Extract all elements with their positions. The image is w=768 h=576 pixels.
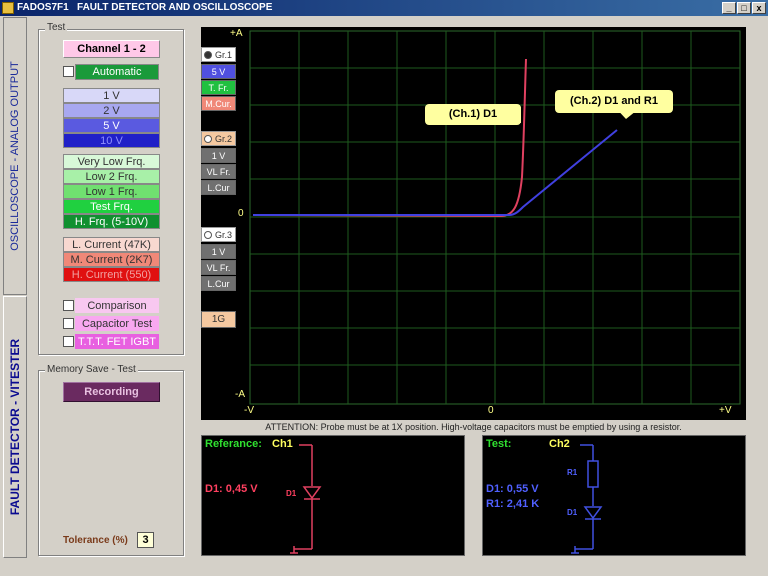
gr3-freq[interactable]: VL Fr. (201, 260, 236, 275)
volt-2v[interactable]: 2 V (63, 103, 160, 118)
current-medium[interactable]: M. Current (2K7) (63, 252, 160, 267)
callout-ch1: (Ch.1) D1 (425, 104, 521, 125)
transistor-checkbox[interactable] (63, 336, 74, 347)
freq-low-2[interactable]: Low 2 Frq. (63, 169, 160, 184)
gr3-volt[interactable]: 1 V (201, 244, 236, 259)
test-group-label: Test (45, 22, 68, 33)
gr1-freq[interactable]: T. Fr. (201, 80, 236, 95)
gain-button[interactable]: 1G (201, 311, 236, 328)
gr1-radio[interactable]: Gr.1 (201, 47, 236, 62)
minimize-button[interactable]: _ (722, 2, 736, 14)
y-top-label: +A (230, 28, 243, 39)
comparison-checkbox[interactable] (63, 300, 74, 311)
test-resistor-diode-circuit (571, 444, 603, 554)
current-low[interactable]: L. Current (47K) (63, 237, 160, 252)
gr1-radio-dot (204, 51, 212, 59)
tab-fault-detector-label: FAULT DETECTOR - VITESTER (8, 338, 22, 516)
freq-test[interactable]: Test Frq. (63, 199, 160, 214)
gr3-radio-dot (204, 231, 212, 239)
gr2-radio[interactable]: Gr.2 (201, 131, 236, 146)
close-button[interactable]: x (752, 2, 766, 14)
current-high[interactable]: H. Current (550) (63, 267, 160, 282)
tolerance-label: Tolerance (%) (63, 535, 128, 546)
comparison-label[interactable]: Comparison (75, 298, 159, 313)
gr1-cur[interactable]: M.Cur. (201, 96, 236, 111)
gr2-volt[interactable]: 1 V (201, 148, 236, 163)
memory-group-label: Memory Save - Test (45, 364, 138, 375)
window-title: FADOS7F1 FAULT DETECTOR AND OSCILLOSCOPE (17, 2, 273, 13)
maximize-button[interactable]: □ (737, 2, 751, 14)
tab-oscilloscope-label: OSCILLOSCOPE - ANALOG OUTPUT (9, 61, 21, 251)
x-zero-label: 0 (488, 405, 494, 416)
freq-very-low[interactable]: Very Low Frq. (63, 154, 160, 169)
transistor-label[interactable]: T.T.T. FET IGBT (75, 334, 159, 349)
recording-button[interactable]: Recording (63, 382, 160, 402)
gr2-radio-dot (204, 135, 212, 143)
gr1-label: Gr.1 (214, 50, 232, 60)
test-panel: Test: Ch2 D1: 0,55 V R1: 2,41 K R1 D1 (482, 435, 746, 556)
volt-10v[interactable]: 10 V (63, 133, 160, 148)
attention-text: ATTENTION: Probe must be at 1X position.… (265, 422, 682, 432)
reference-diode-circuit (290, 444, 322, 554)
x-right-label: +V (719, 405, 732, 416)
capacitor-label[interactable]: Capacitor Test (75, 316, 159, 331)
gr2-label: Gr.2 (214, 134, 232, 144)
oscilloscope-screen: +A 0 -A -V 0 +V (Ch.1) D1 (Ch.2) D1 and … (201, 27, 746, 420)
x-left-label: -V (244, 405, 254, 416)
gr2-freq[interactable]: VL Fr. (201, 164, 236, 179)
y-zero-label: 0 (238, 208, 244, 219)
automatic-checkbox[interactable] (63, 66, 74, 77)
volt-5v[interactable]: 5 V (63, 118, 160, 133)
channel-button[interactable]: Channel 1 - 2 (63, 40, 160, 58)
reference-panel: Referance: Ch1 D1: 0,45 V D1 (201, 435, 465, 556)
freq-low-1[interactable]: Low 1 Frq. (63, 184, 160, 199)
gr2-cur[interactable]: L.Cur (201, 180, 236, 195)
scope-plot (249, 30, 741, 405)
app-icon (2, 2, 14, 14)
callout-ch2: (Ch.2) D1 and R1 (555, 90, 673, 113)
tab-oscilloscope[interactable]: OSCILLOSCOPE - ANALOG OUTPUT (3, 17, 27, 295)
gr3-cur[interactable]: L.Cur (201, 276, 236, 291)
gr1-volt[interactable]: 5 V (201, 64, 236, 79)
gr3-radio[interactable]: Gr.3 (201, 227, 236, 242)
capacitor-checkbox[interactable] (63, 318, 74, 329)
tolerance-input[interactable]: 3 (137, 532, 154, 548)
y-bottom-label: -A (235, 389, 245, 400)
title-bar: FADOS7F1 FAULT DETECTOR AND OSCILLOSCOPE… (0, 0, 768, 16)
gr3-label: Gr.3 (214, 230, 232, 240)
tab-fault-detector[interactable]: FAULT DETECTOR - VITESTER (3, 296, 27, 558)
freq-high[interactable]: H. Frq. (5-10V) (63, 214, 160, 229)
volt-1v[interactable]: 1 V (63, 88, 160, 103)
automatic-label[interactable]: Automatic (75, 64, 159, 80)
